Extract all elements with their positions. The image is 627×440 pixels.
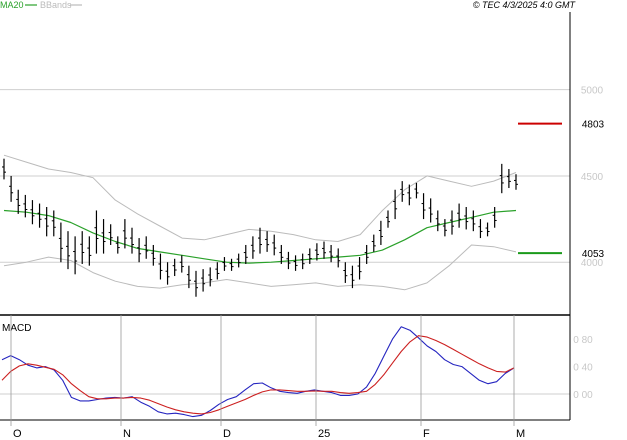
chart-info-text: © TEC 4/3/2025 4:0 GMT: [473, 0, 577, 10]
price-y-tick: 5000: [581, 86, 604, 97]
macd-title: MACD: [2, 323, 31, 334]
chart-canvas: MA20 BBands © TEC 4/3/2025 4:0 GMT 40004…: [0, 0, 605, 440]
macd-y-tick: 0 00: [573, 390, 593, 401]
x-tick-label: D: [223, 428, 231, 440]
legend-ma20-label: MA20: [0, 0, 24, 10]
price-y-axis: 400045005000: [581, 86, 604, 270]
chart-header: MA20 BBands © TEC 4/3/2025 4:0 GMT: [0, 0, 576, 10]
level-label: 4053: [582, 249, 605, 260]
macd-line: [1, 326, 515, 418]
x-tick-label: 25: [318, 428, 330, 440]
legend-bbands-label: BBands: [40, 0, 72, 10]
level-label: 4803: [582, 120, 605, 131]
macd-y-tick: 0 80: [573, 335, 593, 346]
x-tick-label: F: [423, 428, 430, 440]
x-axis: O N D 25 F M: [10, 315, 525, 440]
macd-y-axis: 0 00 0 40 0 80: [573, 335, 593, 401]
price-y-tick: 4500: [581, 172, 604, 183]
x-tick-label: O: [13, 428, 22, 440]
macd-signal-line: [1, 335, 515, 415]
price-panel-background: [0, 12, 570, 315]
x-tick-label: M: [516, 428, 525, 440]
x-tick-label: N: [123, 428, 131, 440]
macd-y-tick: 0 40: [573, 363, 593, 374]
macd-lines: [1, 326, 515, 418]
